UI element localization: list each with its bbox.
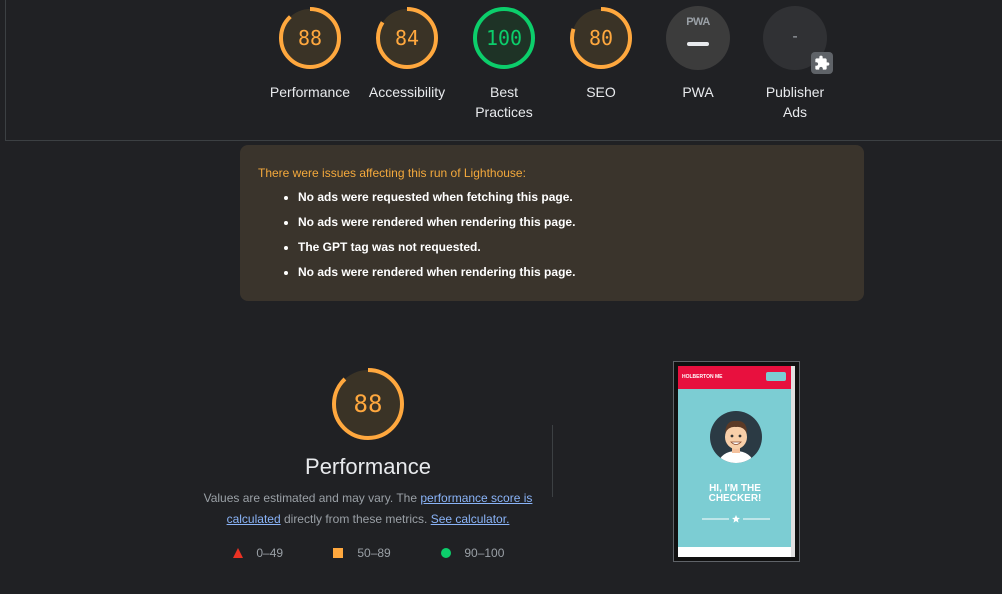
section-separator xyxy=(552,425,553,497)
gauge-label: Performance xyxy=(269,84,351,100)
pwa-dash-icon xyxy=(687,42,709,46)
score-ring: 84 xyxy=(375,6,439,70)
gauge-label: Accessibility xyxy=(368,84,446,100)
score-value: 88 xyxy=(297,26,323,50)
gauge-label: SEO xyxy=(586,84,616,100)
site-navbar: HOLBERTON ME xyxy=(678,366,792,389)
category-gauges: 88 Performance 84 Accessibility 100 Best… xyxy=(0,0,1002,140)
legend-range: 0–49 xyxy=(256,546,284,560)
performance-gauge: 88 xyxy=(330,366,406,442)
warning-list: No ads were requested when fetching this… xyxy=(258,190,846,279)
performance-title: Performance xyxy=(305,454,431,479)
avatar xyxy=(710,411,762,463)
pwa-badge: PWA xyxy=(666,6,730,70)
pwa-badge-text: PWA xyxy=(686,16,710,28)
warning-item: The GPT tag was not requested. xyxy=(298,240,846,254)
legend-range: 50–89 xyxy=(357,546,391,560)
gauge-label: Publisher Ads xyxy=(765,84,825,120)
final-screenshot-thumbnail[interactable]: HOLBERTON ME HI, I'M THE CHECKER! xyxy=(673,361,800,562)
hero-heading: HI, I'M THE CHECKER! xyxy=(678,484,792,504)
gauge-label: PWA xyxy=(682,84,714,100)
puzzle-icon xyxy=(811,52,833,74)
gauge-seo[interactable]: 80 SEO xyxy=(551,6,651,102)
square-icon xyxy=(333,548,343,558)
see-calculator-link[interactable]: See calculator. xyxy=(431,512,510,526)
desc-prefix: Values are estimated and may vary. The xyxy=(203,491,421,505)
legend-fail: 0–49 xyxy=(233,546,283,560)
gauge-performance[interactable]: 88 Performance xyxy=(260,6,360,102)
run-warnings: There were issues affecting this run of … xyxy=(240,145,864,301)
legend-pass: 90–100 xyxy=(441,546,504,560)
performance-description: Values are estimated and may vary. The p… xyxy=(198,488,538,530)
circle-icon xyxy=(441,548,451,558)
star-divider-icon xyxy=(702,515,770,523)
header-divider xyxy=(5,140,1002,141)
score-ring: 80 xyxy=(569,6,633,70)
left-border xyxy=(5,0,6,140)
score-value: 80 xyxy=(588,26,614,50)
legend-average: 50–89 xyxy=(333,546,391,560)
gauge-label: Best Practices xyxy=(475,84,533,120)
gauge-accessibility[interactable]: 84 Accessibility xyxy=(357,6,457,102)
warning-item: No ads were rendered when rendering this… xyxy=(298,265,846,279)
gauge-pwa[interactable]: PWA PWA xyxy=(648,6,748,102)
score-value: 84 xyxy=(394,26,420,50)
performance-score: 88 xyxy=(353,390,383,418)
score-ring: 88 xyxy=(278,6,342,70)
warning-item: No ads were rendered when rendering this… xyxy=(298,215,846,229)
score-value: 100 xyxy=(485,26,523,50)
score-ring: - xyxy=(763,6,833,74)
score-ring: 100 xyxy=(472,6,536,70)
gauge-best-practices[interactable]: 100 Best Practices xyxy=(454,6,554,122)
site-brand: HOLBERTON ME xyxy=(682,374,723,380)
hero-heading-line2: CHECKER! xyxy=(708,493,762,504)
gauge-publisher-ads[interactable]: - Publisher Ads xyxy=(745,6,845,122)
site-nav-button xyxy=(766,372,786,381)
warning-title: There were issues affecting this run of … xyxy=(258,166,526,180)
triangle-icon xyxy=(233,548,243,558)
warning-item: No ads were requested when fetching this… xyxy=(298,190,846,204)
legend-range: 90–100 xyxy=(464,546,505,560)
thumbnail-scrollbar xyxy=(791,366,795,557)
desc-middle: directly from these metrics. xyxy=(280,512,431,526)
screenshot-viewport: HOLBERTON ME HI, I'M THE CHECKER! xyxy=(678,366,792,557)
score-value: - xyxy=(792,28,798,45)
site-footer-strip xyxy=(678,547,792,557)
